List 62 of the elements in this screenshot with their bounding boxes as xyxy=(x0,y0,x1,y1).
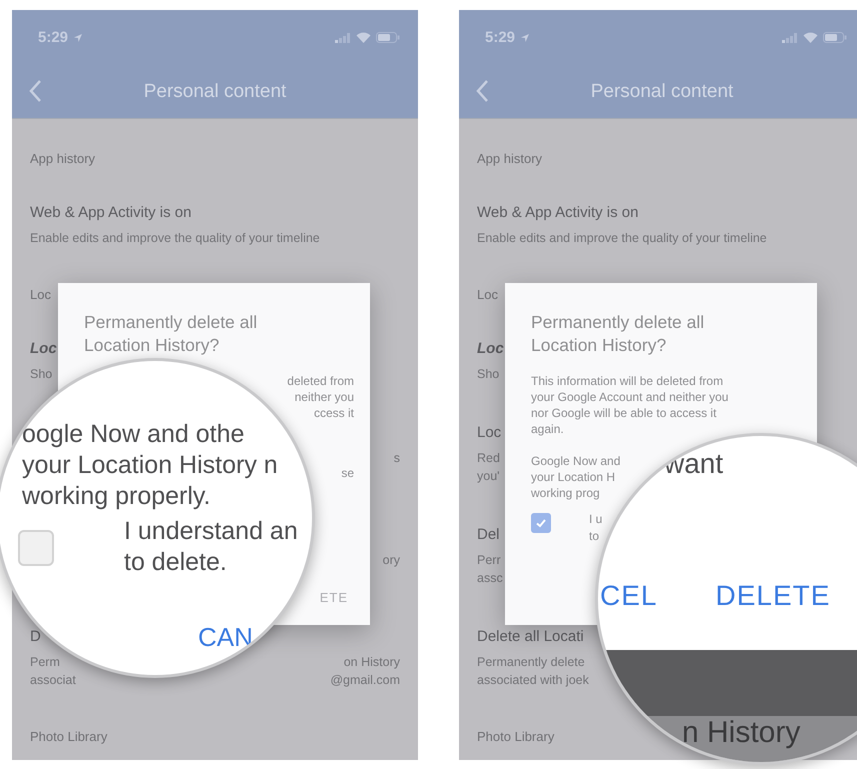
row-text: Perm xyxy=(30,655,60,669)
dialog-text: oogle Now and othe your Location History n working properly. xyxy=(22,419,278,512)
row-text: Del xyxy=(477,526,500,543)
dialog-text: Google Now and your Location H working prog xyxy=(531,452,620,500)
row-text: @gmail.com xyxy=(330,673,400,687)
battery-icon xyxy=(823,32,847,43)
row-text: Sho xyxy=(477,367,500,381)
cancel-button[interactable]: CAN xyxy=(198,622,253,653)
row-text: associat xyxy=(30,673,76,687)
checkbox-label: I understand an to delete. xyxy=(124,516,298,578)
row-text: Web & App Activity is on xyxy=(477,204,638,221)
row-text: Web & App Activity is on xyxy=(30,204,192,221)
wifi-icon xyxy=(356,32,371,43)
row-text: Loc xyxy=(477,286,498,302)
row-text: associated with joek xyxy=(477,673,589,687)
row-text: Red xyxy=(477,451,500,465)
row-text: Loc xyxy=(477,340,504,357)
row-title: n History xyxy=(682,716,800,751)
row-text: Perr xyxy=(477,553,501,567)
back-button[interactable] xyxy=(28,79,42,103)
row-text: App history xyxy=(477,150,542,166)
row-text: on History xyxy=(344,655,400,669)
status-time: 5:29 xyxy=(38,29,68,46)
row-text: s xyxy=(394,451,400,465)
dialog-title: Permanently delete all Location History? xyxy=(531,311,706,356)
row-text: Photo Library xyxy=(30,728,108,744)
location-arrow-icon xyxy=(73,32,84,42)
row-text: D xyxy=(30,628,41,645)
location-arrow-icon xyxy=(520,32,530,42)
row-text: you' xyxy=(477,469,500,483)
back-chevron-icon xyxy=(475,79,489,103)
row-text: Loc xyxy=(30,286,51,302)
row-text: Enable edits and improve the quality of your timeline xyxy=(477,231,767,245)
row-text: ory xyxy=(382,553,400,567)
row-text: Loc xyxy=(30,340,57,357)
checkbox[interactable] xyxy=(18,530,54,566)
back-button[interactable] xyxy=(475,79,489,103)
checkbox-label: I u to xyxy=(589,510,602,544)
wifi-icon xyxy=(803,32,818,43)
dialog-text: se xyxy=(341,464,354,480)
row-text: Loc xyxy=(477,424,502,441)
status-time: 5:29 xyxy=(485,29,516,46)
dialog-button[interactable]: CEL xyxy=(600,578,658,614)
row-text: Sho xyxy=(30,367,52,381)
dialog-text: deleted from neither you ccess it xyxy=(287,372,354,420)
row-text: Enable edits and improve the quality of your timeline xyxy=(30,231,320,245)
checkbox[interactable] xyxy=(531,512,551,532)
back-chevron-icon xyxy=(28,79,42,103)
signal-icon xyxy=(782,32,798,42)
row-text: Permanently delete xyxy=(477,655,585,669)
screen-title: Personal content xyxy=(144,80,286,102)
screen-title: Personal content xyxy=(590,80,734,102)
signal-icon xyxy=(335,32,351,42)
dialog-text: This information will be deleted from your Google Account and neither you nor Google will be able to access it again. xyxy=(531,372,728,436)
battery-icon xyxy=(376,32,400,43)
row-text: App history xyxy=(30,150,96,166)
dialog-title: Permanently delete all Location History? xyxy=(84,311,258,356)
row-text: Photo Library xyxy=(477,728,554,744)
row-text: Delete all Locati xyxy=(477,628,584,645)
row-text: assc xyxy=(477,571,503,585)
dialog-button[interactable]: DELETE xyxy=(715,578,830,614)
checkmark-icon xyxy=(535,516,547,528)
